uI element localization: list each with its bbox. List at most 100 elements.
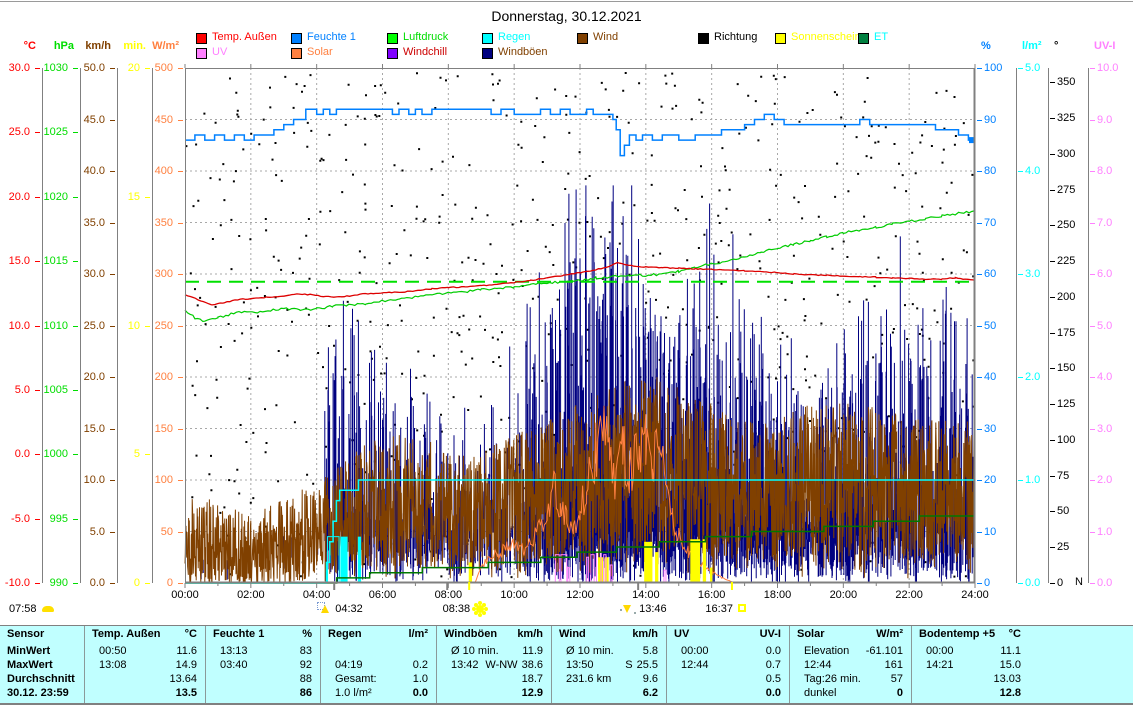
stat-row: MaxWert — [0, 658, 85, 672]
stat-row: 0.5 — [667, 672, 790, 686]
stat-header-unit: % — [302, 628, 312, 644]
axis-value-label: 0 — [129, 577, 173, 589]
stat-row: 13.03 — [912, 672, 1030, 686]
axis-tick — [1090, 223, 1095, 224]
weather-day-chart-screen: Donnerstag, 30.12.2021 °C30.025.020.015.… — [0, 0, 1133, 712]
stat-header: Bodentemp +5°C — [912, 626, 1030, 644]
axis-tick — [977, 377, 982, 378]
x-axis-label: 12:00 — [559, 589, 601, 601]
stat-header: Temp. Außen°C — [85, 626, 206, 644]
axis-value-label: 2.0 — [1097, 474, 1133, 486]
sunset-square-icon — [738, 604, 746, 612]
axis-header-W/m²: W/m² — [131, 40, 179, 52]
axis-tick — [1050, 118, 1055, 119]
stat-cell-value: 1.0 — [413, 673, 428, 685]
axis-tick — [1050, 261, 1055, 262]
stat-row: dunkel 0 — [790, 686, 912, 700]
stat-row: 12:44161 — [790, 658, 912, 672]
rain-bar — [358, 537, 361, 583]
axis-value-label: 100 — [129, 474, 173, 486]
axis-value-label: 0.0 — [1097, 577, 1133, 589]
stat-cell-value: 13.03 — [993, 673, 1021, 685]
axis-value-label: 5.0 — [1025, 62, 1069, 74]
stat-cell-value: 0.0 — [413, 687, 428, 699]
axis-tick — [1090, 68, 1095, 69]
x-axis-label: 20:00 — [822, 589, 864, 601]
axis-tick — [1050, 190, 1055, 191]
stat-cell-time: 13:42 — [451, 659, 479, 671]
stat-row: Elevation-61.101 — [790, 644, 912, 658]
stat-cell-time: Gesamt: — [335, 673, 377, 685]
axis-tick — [145, 454, 150, 455]
sunshine-bar — [655, 552, 658, 583]
stat-row: 88 — [206, 672, 321, 686]
axis-value-label: 5.0 — [1097, 320, 1133, 332]
marker-time-16:37: 16:37 — [697, 603, 733, 615]
stat-row: Durchschnitt — [0, 672, 85, 686]
axis-value-label: 15.0 — [61, 423, 105, 435]
axis-value-label: 1000 — [24, 448, 68, 460]
stat-header-name: Sensor — [7, 628, 44, 644]
axis-tick — [1050, 547, 1055, 548]
legend-swatch-sonnenschein — [775, 33, 786, 44]
legend-label: Regen — [498, 31, 530, 43]
stat-row — [321, 644, 437, 658]
stat-cell-direction: W-NW — [485, 659, 517, 671]
stat-cell-value: 5.8 — [643, 645, 658, 657]
axis-value-label: 20.0 — [61, 371, 105, 383]
axis-tick — [110, 532, 115, 533]
x-axis-label: 08:00 — [427, 589, 469, 601]
axis-value-label: 9.0 — [1097, 114, 1133, 126]
legend-swatch-feuchte-1 — [291, 33, 302, 44]
stat-cell-time: dunkel — [804, 687, 836, 699]
stat-cell-value: -61.101 — [866, 645, 903, 657]
rain-bar — [340, 537, 347, 583]
stat-cell-value: 0 — [897, 687, 903, 699]
stat-cell-time: 231.6 km — [566, 673, 611, 685]
axis-tick — [1090, 326, 1095, 327]
axis-tick — [1050, 404, 1055, 405]
legend-label: Temp. Außen — [212, 31, 277, 43]
sunshine-bar — [703, 539, 706, 583]
axis-value-label: 10.0 — [1097, 62, 1133, 74]
stat-cell-time: Ø 10 min. — [566, 645, 614, 657]
x-axis-label: 18:00 — [757, 589, 799, 601]
stat-cell-value: 18.7 — [522, 673, 543, 685]
stat-cell-time: 1.0 l/m² — [335, 687, 372, 699]
sunshine-bar — [710, 568, 712, 583]
stat-header-name: Wind — [559, 628, 586, 644]
axis-tick — [110, 171, 115, 172]
axis-value-label: 150 — [129, 423, 173, 435]
axis-tick — [178, 120, 183, 121]
sunshine-bar — [644, 542, 652, 583]
axis-value-label: 450 — [129, 114, 173, 126]
axis-value-label: 4.0 — [1097, 371, 1133, 383]
axis-value-label: 1025 — [24, 126, 68, 138]
axis-value-label: 5 — [96, 448, 140, 460]
moonset-arrow-icon — [623, 605, 631, 613]
axis-value-label: 30 — [984, 423, 1028, 435]
stat-header-name: Feuchte 1 — [213, 628, 264, 644]
stat-column-uv: UVUV-I00:000.012:440.70.50.0 — [667, 626, 790, 703]
axis-value-label: 325 — [1057, 112, 1101, 124]
stat-row: Ø 10 min. 5.8 — [552, 644, 667, 658]
stat-cell-time: 13:50 — [566, 659, 594, 671]
stat-row: 00:0011.1 — [912, 644, 1030, 658]
axis-value-label: 175 — [1057, 327, 1101, 339]
axis-line-l/m² — [1016, 68, 1017, 583]
axis-value-label: 500 — [129, 62, 173, 74]
axis-tick — [1050, 368, 1055, 369]
axis-line-° — [1048, 68, 1049, 583]
stat-header-name: UV — [674, 628, 689, 644]
axis-value-label: 50 — [1057, 505, 1101, 517]
axis-tick — [1050, 82, 1055, 83]
axis-tick — [178, 429, 183, 430]
axis-tick — [73, 454, 78, 455]
stat-column-solar: SolarW/m²Elevation-61.10112:44161Tag:26 … — [790, 626, 912, 703]
axis-value-label: 45.0 — [61, 114, 105, 126]
stat-cell-value: 57 — [891, 673, 903, 685]
axis-tick — [145, 197, 150, 198]
axis-value-label: 25 — [1057, 541, 1101, 553]
stat-row-label: MaxWert — [7, 659, 53, 671]
sunshine-bar — [469, 562, 472, 583]
